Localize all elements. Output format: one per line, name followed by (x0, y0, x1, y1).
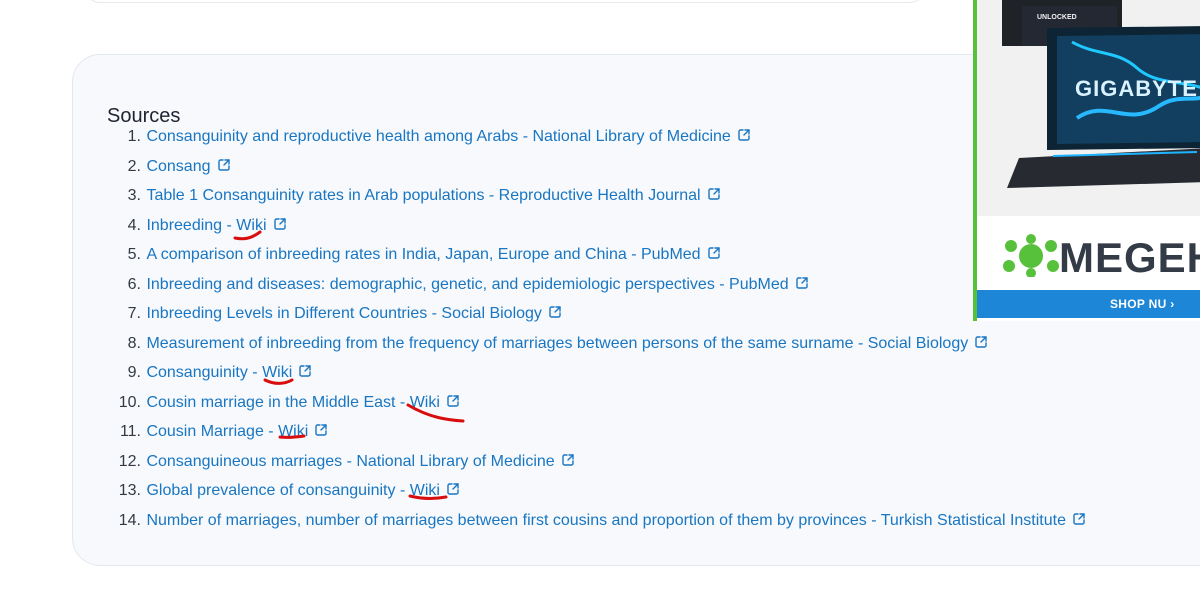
source-item[interactable]: 7. Inbreeding Levels in Different Countr… (108, 299, 1086, 329)
source-link[interactable]: A comparison of inbreeding rates in Indi… (146, 246, 700, 263)
shop-now-button[interactable]: SHOP NU › (977, 290, 1200, 318)
source-link[interactable]: Consanguineous marriages - National Libr… (146, 453, 554, 470)
ad-image-badge: UNLOCKED (1037, 14, 1077, 21)
source-number: 8. (127, 334, 141, 352)
source-item[interactable]: 14. Number of marriages, number of marri… (108, 506, 1086, 536)
source-link[interactable]: Table 1 Consanguinity rates in Arab popu… (146, 187, 700, 204)
wiki-link[interactable]: Wiki (410, 394, 440, 411)
source-item[interactable]: 6. Inbreeding and diseases: demographic,… (108, 270, 1086, 300)
external-link-icon[interactable] (298, 364, 312, 378)
ad-image-text: GIGABYTE (1075, 76, 1198, 101)
shop-now-label: SHOP NU › (1110, 297, 1175, 311)
external-link-icon[interactable] (217, 158, 231, 172)
source-number: 4. (127, 216, 141, 234)
source-number: 13. (118, 482, 141, 499)
external-link-icon[interactable] (273, 217, 287, 231)
source-number: 11. (119, 423, 141, 440)
source-number: 14. (118, 511, 141, 529)
source-item[interactable]: 8. Measurement of inbreeding from the fr… (108, 329, 1086, 359)
source-item[interactable]: 10. Cousin marriage in the Middle East -… (108, 388, 1086, 418)
source-item[interactable]: 13. Global prevalence of consanguinity -… (108, 476, 1086, 506)
laptop-image (977, 0, 1200, 216)
external-link-icon[interactable] (707, 187, 721, 201)
source-number: 3. (127, 187, 141, 204)
source-number: 1. (127, 128, 141, 145)
source-number: 12. (118, 452, 141, 470)
source-link[interactable]: Cousin Marriage - (146, 423, 278, 440)
wiki-link[interactable]: Wiki (410, 482, 440, 499)
source-number: 6. (127, 275, 141, 293)
source-number: 7. (127, 305, 141, 322)
external-link-icon[interactable] (707, 246, 721, 260)
source-number: 10. (118, 393, 141, 411)
previous-card (84, 0, 926, 3)
source-item[interactable]: 4. Inbreeding - Wiki (108, 211, 1086, 241)
source-link[interactable]: Inbreeding - (146, 217, 236, 234)
source-link[interactable]: Consanguinity and reproductive health am… (146, 128, 730, 145)
page: Sources 1. Consanguinity and reproductiv… (0, 0, 1200, 590)
source-link[interactable]: Consanguinity - (146, 364, 262, 381)
external-link-icon[interactable] (548, 305, 562, 319)
source-link[interactable]: Consang (146, 158, 210, 175)
source-link[interactable]: Number of marriages, number of marriages… (146, 512, 1066, 529)
external-link-icon[interactable] (446, 394, 460, 408)
ad-image[interactable]: UNLOCKED GIGABYTE (977, 0, 1200, 216)
source-item[interactable]: 12. Consanguineous marriages - National … (108, 447, 1086, 477)
external-link-icon[interactable] (737, 128, 751, 142)
source-link[interactable]: Cousin marriage in the Middle East - (146, 394, 409, 411)
source-link[interactable]: Inbreeding Levels in Different Countries… (146, 305, 541, 322)
external-link-icon[interactable] (561, 453, 575, 467)
external-link-icon[interactable] (795, 276, 809, 290)
advertisement[interactable]: UNLOCKED GIGABYTE MEGEH SHOP NU › (973, 0, 1200, 321)
source-number: 2. (127, 157, 141, 175)
wiki-link[interactable]: Wiki (236, 217, 266, 234)
external-link-icon[interactable] (314, 423, 328, 437)
wiki-link[interactable]: Wiki (262, 364, 292, 381)
source-item[interactable]: 1. Consanguinity and reproductive health… (108, 122, 1086, 152)
external-link-icon[interactable] (1072, 512, 1086, 526)
external-link-icon[interactable] (446, 482, 460, 496)
source-item[interactable]: 2. Consang (108, 152, 1086, 182)
source-number: 9. (127, 364, 141, 381)
source-number: 5. (127, 246, 141, 263)
source-item[interactable]: 11. Cousin Marriage - Wiki (108, 417, 1086, 447)
external-link-icon[interactable] (974, 335, 988, 349)
sources-list: 1. Consanguinity and reproductive health… (108, 122, 1086, 535)
source-item[interactable]: 9. Consanguinity - Wiki (108, 358, 1086, 388)
source-link[interactable]: Global prevalence of consanguinity - (146, 482, 409, 499)
source-link[interactable]: Measurement of inbreeding from the frequ… (146, 335, 968, 352)
ad-brand: MEGEH (1059, 234, 1200, 281)
wiki-link[interactable]: Wiki (278, 423, 308, 440)
source-item[interactable]: 5. A comparison of inbreeding rates in I… (108, 240, 1086, 270)
source-item[interactable]: 3. Table 1 Consanguinity rates in Arab p… (108, 181, 1086, 211)
source-link[interactable]: Inbreeding and diseases: demographic, ge… (146, 276, 788, 293)
